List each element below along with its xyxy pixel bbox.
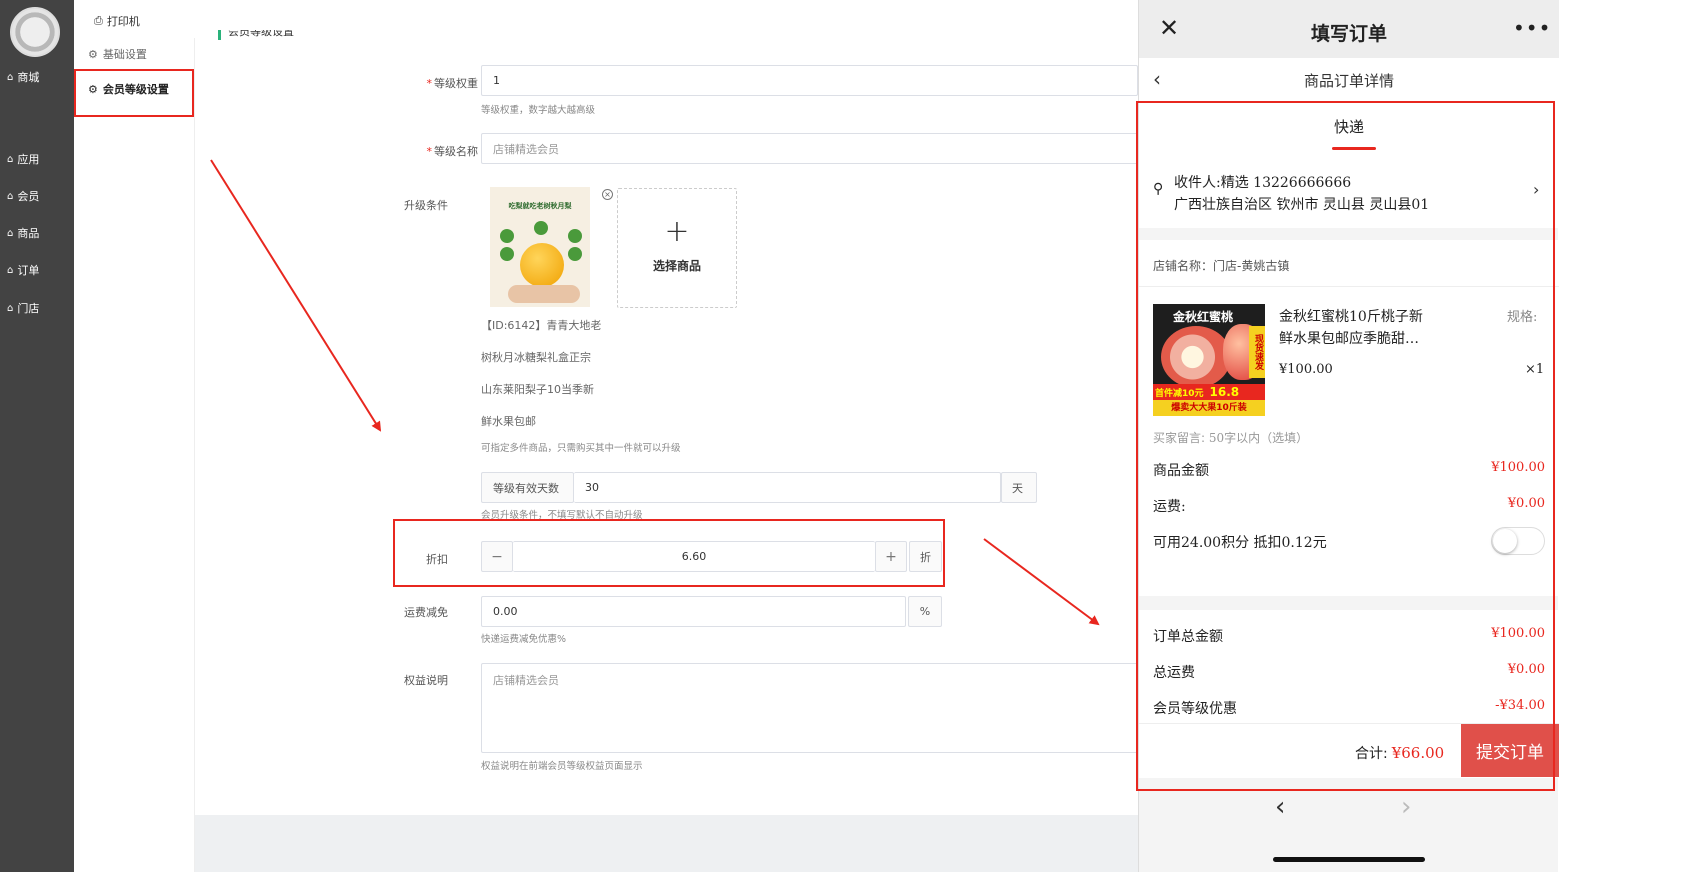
annotation-arrows xyxy=(210,159,1100,626)
arrow-to-phone xyxy=(983,538,1100,626)
arrow-to-discount xyxy=(210,159,382,432)
